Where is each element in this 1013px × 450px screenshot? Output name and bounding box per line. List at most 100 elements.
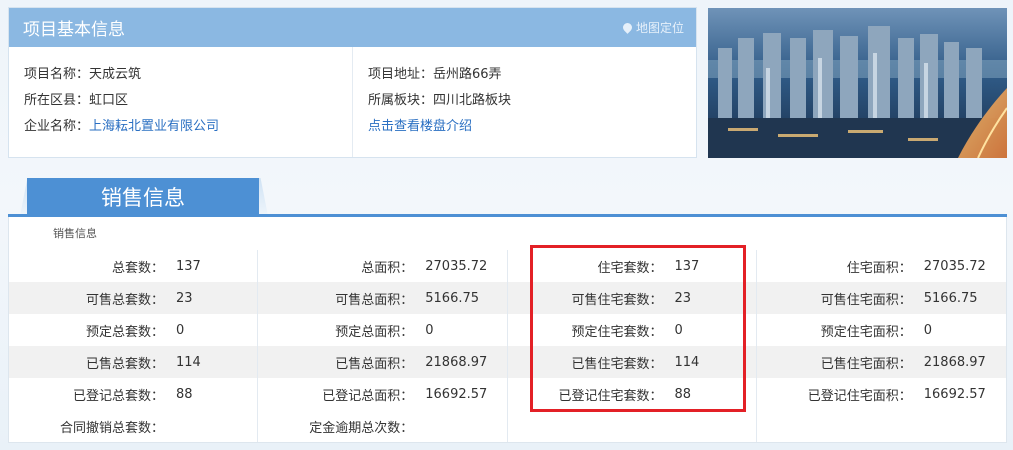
- field-value: 23: [176, 290, 193, 306]
- field-label: 可售总面积：: [335, 292, 414, 308]
- table-row: 已登记住宅套数： 88: [507, 378, 756, 410]
- table-row: 合同撤销总套数：: [9, 410, 258, 442]
- table-row: 已登记住宅面积： 16692.57: [756, 378, 1006, 410]
- field-label: 已登记住宅面积：: [807, 388, 912, 404]
- project-intro-link[interactable]: 点击查看楼盘介绍: [368, 119, 472, 134]
- map-location-link[interactable]: 地图定位: [621, 19, 684, 36]
- field-label: 可售总套数：: [85, 292, 164, 308]
- city-skyline-image: [708, 8, 1007, 158]
- field-label: 预定总面积：: [335, 324, 414, 340]
- district-row: 所在区县：虹口区: [24, 93, 352, 119]
- field-value: 5166.75: [425, 290, 480, 306]
- field-label: 预定住宅套数：: [571, 324, 663, 340]
- project-info-header: 项目基本信息 地图定位: [9, 8, 696, 47]
- project-info-right-column: 项目地址：岳州路66弄 所属板块：四川北路板块 点击查看楼盘介绍: [353, 47, 511, 157]
- sales-column-residential-area: 住宅面积： 27035.72 可售住宅面积： 5166.75 预定住宅面积： 0 已售…: [756, 250, 1006, 442]
- field-value: 0: [923, 322, 933, 338]
- field-label: 已售住宅套数：: [571, 356, 663, 372]
- company-row: 企业名称：上海耘北置业有限公司: [24, 119, 352, 145]
- field-label: 已售住宅面积：: [820, 356, 912, 372]
- sales-grid: 总套数： 137 可售总套数： 23 预定总套数： 0 已售总套数： 114 已登记总套…: [9, 250, 1006, 442]
- table-row: 可售总面积： 5166.75: [258, 282, 507, 314]
- block-row: 所属板块：四川北路板块: [368, 93, 511, 119]
- field-value: 21868.97: [923, 354, 986, 370]
- sales-info-tab[interactable]: 销售信息: [27, 178, 259, 216]
- district-label: 所在区县：: [24, 93, 90, 108]
- field-label: 定金逾期总次数：: [309, 420, 414, 436]
- field-label: 已登记住宅套数：: [558, 388, 663, 404]
- block-value: 四川北路板块: [433, 93, 512, 108]
- field-value: 0: [425, 322, 434, 338]
- table-row: 已售住宅面积： 21868.97: [756, 346, 1006, 378]
- table-row: 已登记总套数： 88: [9, 378, 258, 410]
- block-label: 所属板块：: [368, 93, 434, 108]
- project-name-label: 项目名称：: [24, 67, 90, 82]
- sales-column-total-area: 总面积： 27035.72 可售总面积： 5166.75 预定总面积： 0 已售总面积…: [258, 250, 508, 442]
- intro-row: 点击查看楼盘介绍: [368, 119, 511, 145]
- field-value: 137: [674, 258, 700, 274]
- field-value: 114: [176, 354, 201, 370]
- field-label: 预定总套数：: [85, 324, 164, 340]
- field-label: 总面积：: [361, 260, 414, 276]
- field-label: 预定住宅面积：: [820, 324, 912, 340]
- table-row: 住宅面积： 27035.72: [756, 250, 1006, 282]
- table-row: 已售住宅套数： 114: [507, 346, 756, 378]
- table-row: 住宅套数： 137: [507, 250, 756, 282]
- field-label: 已登记总面积：: [322, 388, 414, 404]
- field-label: 住宅面积：: [846, 260, 912, 276]
- field-value: 16692.57: [425, 386, 488, 402]
- table-row: 已售总面积： 21868.97: [258, 346, 507, 378]
- field-label: 可售住宅套数：: [571, 292, 663, 308]
- field-label: 已售总套数：: [85, 356, 164, 372]
- field-label: 可售住宅面积：: [820, 292, 912, 308]
- district-value: 虹口区: [89, 93, 129, 108]
- field-value: 21868.97: [425, 354, 488, 370]
- field-label: 已售总面积：: [335, 356, 414, 372]
- field-value: 5166.75: [923, 290, 978, 306]
- field-label: 已登记总套数：: [72, 388, 164, 404]
- company-link[interactable]: 上海耘北置业有限公司: [89, 119, 219, 134]
- sales-column-residential-units: 住宅套数： 137 可售住宅套数： 23 预定住宅套数： 0 已售住宅套数： 114 已…: [507, 250, 757, 442]
- project-name-row: 项目名称：天成云筑: [24, 67, 352, 93]
- table-row: 定金逾期总次数：: [258, 410, 507, 442]
- map-location-label: 地图定位: [635, 21, 684, 35]
- table-row: 预定总套数： 0: [9, 314, 258, 346]
- address-row: 项目地址：岳州路66弄: [368, 67, 511, 93]
- field-value: 23: [674, 290, 692, 306]
- project-name-value: 天成云筑: [89, 67, 142, 82]
- project-info-panel: 项目基本信息 地图定位 项目名称：天成云筑 所在区县：虹口区 企业名称：上海耘北…: [8, 7, 697, 158]
- field-value: 0: [176, 322, 185, 338]
- table-row: 可售住宅面积： 5166.75: [756, 282, 1006, 314]
- table-row: 总套数： 137: [9, 250, 258, 282]
- field-value: 88: [674, 386, 692, 402]
- table-row: 预定总面积： 0: [258, 314, 507, 346]
- field-value: 88: [176, 386, 193, 402]
- field-value: 0: [674, 322, 683, 338]
- address-value: 岳州路66弄: [433, 67, 502, 82]
- field-label: 住宅套数：: [597, 260, 663, 276]
- table-row: 可售住宅套数： 23: [507, 282, 756, 314]
- table-row: [756, 410, 1006, 442]
- field-label: 总套数：: [111, 260, 164, 276]
- field-label: 合同撤销总套数：: [59, 420, 164, 436]
- field-value: 114: [674, 354, 700, 370]
- project-info-title: 项目基本信息: [23, 20, 125, 40]
- field-value: 27035.72: [923, 258, 986, 274]
- field-value: 16692.57: [923, 386, 986, 402]
- sales-column-total-units: 总套数： 137 可售总套数： 23 预定总套数： 0 已售总套数： 114 已登记总套…: [9, 250, 259, 442]
- address-label: 项目地址：: [368, 67, 434, 82]
- table-row: 可售总套数： 23: [9, 282, 258, 314]
- map-pin-icon: [621, 21, 634, 34]
- company-label: 企业名称：: [24, 119, 90, 134]
- table-row: 预定住宅套数： 0: [507, 314, 756, 346]
- field-value: 137: [176, 258, 201, 274]
- table-row: 已登记总面积： 16692.57: [258, 378, 507, 410]
- table-row: 总面积： 27035.72: [258, 250, 507, 282]
- sales-sub-title: 销售信息: [53, 227, 97, 240]
- table-row: [507, 410, 756, 442]
- table-row: 预定住宅面积： 0: [756, 314, 1006, 346]
- project-info-left-column: 项目名称：天成云筑 所在区县：虹口区 企业名称：上海耘北置业有限公司: [9, 47, 353, 157]
- table-row: 已售总套数： 114: [9, 346, 258, 378]
- sales-info-table: 销售信息 总套数： 137 可售总套数： 23 预定总套数： 0 已售总套数： 114 …: [8, 217, 1007, 443]
- field-value: 27035.72: [425, 258, 488, 274]
